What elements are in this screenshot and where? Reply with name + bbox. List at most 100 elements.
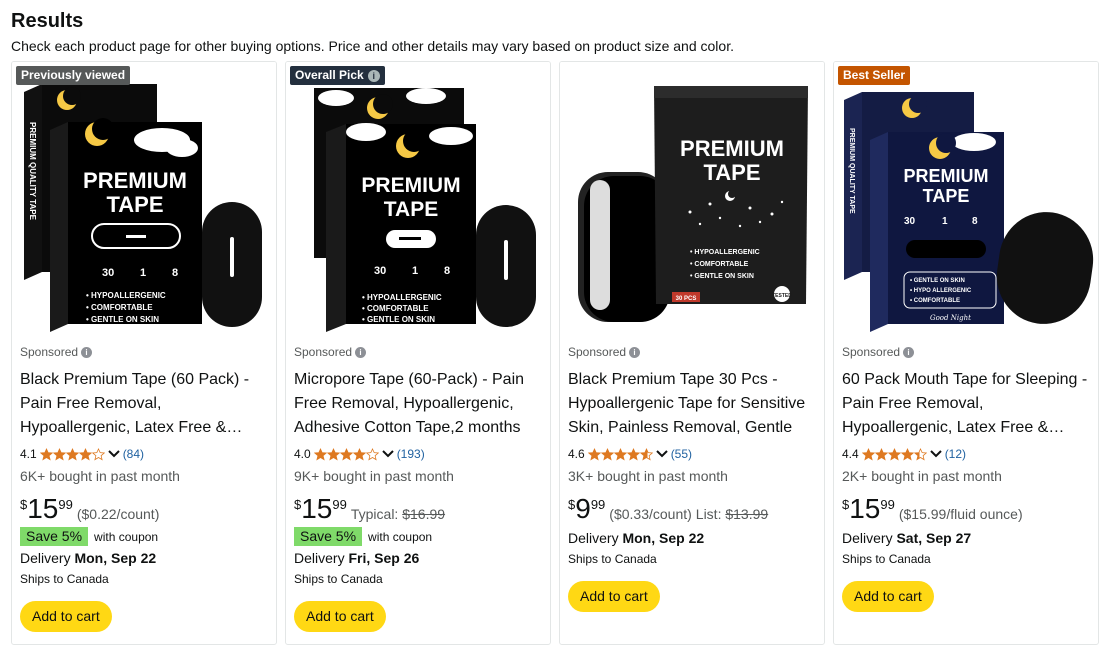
save-badge: Save 5% (20, 527, 89, 546)
info-icon[interactable]: i (629, 346, 641, 358)
product-image-art: PREMIUM TAPE 30 1 8 • HYPOALLERGENIC • C… (12, 62, 276, 334)
product-title[interactable]: 60 Pack Mouth Tape for Sleeping - Pain F… (842, 368, 1090, 440)
svg-text:• COMFORTABLE: • COMFORTABLE (690, 261, 749, 268)
add-to-cart-button[interactable]: Add to cart (20, 601, 112, 632)
delivery-date: Fri, Sep 26 (348, 550, 420, 566)
info-icon[interactable]: i (903, 346, 915, 358)
chevron-down-icon[interactable] (107, 449, 121, 459)
product-image[interactable]: PREMIUM TAPE 30 1 8 • HYPOALLERGENIC • C… (12, 62, 276, 334)
chevron-down-icon[interactable] (929, 449, 943, 459)
review-count[interactable]: (12) (945, 447, 966, 461)
svg-text:8: 8 (172, 267, 178, 279)
star-rating[interactable] (587, 447, 653, 461)
overall-pick-badge[interactable]: Overall Pick i (290, 66, 385, 85)
svg-text:• COMFORTABLE: • COMFORTABLE (910, 298, 960, 304)
star-icon (587, 447, 601, 460)
svg-text:30: 30 (904, 216, 916, 227)
price-whole: 9 (575, 493, 591, 524)
delivery-date: Mon, Sep 22 (622, 530, 705, 546)
info-icon[interactable]: i (355, 346, 367, 358)
product-card: PREMIUM TAPE 30 1 8 • HYPOALLERGENIC • C… (285, 61, 551, 645)
review-count[interactable]: (55) (671, 447, 692, 461)
star-rating[interactable] (39, 447, 105, 461)
bought-count: 2K+ bought in past month (842, 468, 1002, 484)
product-title[interactable]: Black Premium Tape (60 Pack) - Pain Free… (20, 368, 268, 440)
svg-text:8: 8 (444, 265, 450, 277)
add-to-cart-button[interactable]: Add to cart (842, 581, 934, 612)
star-rating[interactable] (861, 447, 927, 461)
price-fraction: 99 (332, 497, 347, 512)
svg-text:1: 1 (140, 267, 146, 279)
coupon-text: with coupon (368, 529, 433, 544)
ships-to: Ships to Canada (20, 572, 109, 586)
price-fraction: 99 (58, 497, 73, 512)
svg-text:30 PCS: 30 PCS (676, 296, 697, 302)
price[interactable]: $ 9 99 ($0.33/count) List: $13.99 (568, 494, 816, 526)
product-title[interactable]: Micropore Tape (60-Pack) - Pain Free Rem… (294, 368, 542, 440)
delivery-date: Mon, Sep 22 (74, 550, 157, 566)
price-fraction: 99 (880, 497, 895, 512)
coupon-row: Save 5% with coupon (294, 527, 542, 546)
star-icon (352, 447, 366, 460)
review-count[interactable]: (84) (123, 447, 144, 461)
review-count[interactable]: (193) (397, 447, 425, 461)
bought-count: 6K+ bought in past month (20, 468, 180, 484)
price-symbol: $ (568, 497, 576, 512)
product-image[interactable]: PREMIUM TAPE 30 1 8 • HYPOALLERGENIC • C… (286, 62, 550, 334)
star-icon (861, 447, 875, 460)
product-title[interactable]: Black Premium Tape 30 Pcs - Hypoallergen… (568, 368, 816, 440)
sponsored-label[interactable]: Sponsored i (568, 345, 816, 359)
svg-text:1: 1 (942, 216, 948, 227)
unit-price: ($0.22/count) (76, 506, 160, 522)
rating-row: 4.0 (193) (294, 444, 542, 464)
star-icon (887, 447, 901, 460)
svg-text:• GENTLE ON SKIN: • GENTLE ON SKIN (86, 315, 159, 324)
price-whole: 15 (27, 493, 59, 524)
star-icon (339, 447, 353, 460)
rating-value: 4.0 (294, 447, 311, 461)
best-seller-badge[interactable]: Best Seller (838, 66, 911, 85)
chevron-down-icon[interactable] (381, 449, 395, 459)
ships-to: Ships to Canada (842, 552, 931, 566)
sponsored-label[interactable]: Sponsored i (294, 345, 542, 359)
unit-price: ($0.33/count) List: $13.99 (609, 506, 769, 522)
info-icon[interactable]: i (81, 346, 93, 358)
rating-value: 4.4 (842, 447, 859, 461)
svg-text:• HYPOALLERGENIC: • HYPOALLERGENIC (690, 249, 760, 256)
coupon-row: Save 5% with coupon (20, 527, 268, 546)
delivery-info: Delivery Fri, Sep 26 (294, 550, 420, 566)
sponsored-label[interactable]: Sponsored i (842, 345, 1090, 359)
chevron-down-icon[interactable] (655, 449, 669, 459)
svg-text:30: 30 (102, 267, 114, 279)
rating-row: 4.4 (12) (842, 444, 1090, 464)
svg-text:• COMFORTABLE: • COMFORTABLE (86, 303, 153, 312)
add-to-cart-button[interactable]: Add to cart (294, 601, 386, 632)
svg-text:Good Night: Good Night (930, 314, 971, 322)
product-card: PREMIUM TAPE 30 1 8 • HYPOALLERGENIC • C… (11, 61, 277, 645)
svg-text:• GENTLE ON SKIN: • GENTLE ON SKIN (362, 315, 435, 324)
price[interactable]: $ 15 99 Typical: $16.99 (294, 494, 542, 526)
price-symbol: $ (20, 497, 28, 512)
delivery-info: Delivery Mon, Sep 22 (20, 550, 157, 566)
product-card: PREMIUM TAPE 30 1 8 • GENTLE ON SKIN • H… (833, 61, 1099, 645)
typical-price: Typical: $16.99 (350, 506, 446, 522)
star-icon (313, 447, 327, 460)
svg-text:TAPE: TAPE (384, 198, 438, 221)
info-icon[interactable]: i (367, 69, 380, 82)
product-image[interactable]: PREMIUM TAPE • HYPOALLERGENIC • COMFORTA… (560, 62, 824, 334)
star-rating[interactable] (313, 447, 379, 461)
product-image-art: PREMIUM TAPE 30 1 8 • GENTLE ON SKIN • H… (834, 62, 1098, 334)
sponsored-label[interactable]: Sponsored i (20, 345, 268, 359)
results-heading: Results (11, 10, 84, 32)
price[interactable]: $ 15 99 ($0.22/count) (20, 494, 268, 526)
svg-text:PREMIUM: PREMIUM (83, 168, 187, 193)
price[interactable]: $ 15 99 ($15.99/fluid ounce) (842, 494, 1090, 526)
star-icon (874, 447, 888, 460)
star-icon (65, 447, 79, 460)
product-image[interactable]: PREMIUM TAPE 30 1 8 • GENTLE ON SKIN • H… (834, 62, 1098, 334)
price-symbol: $ (842, 497, 850, 512)
price-fraction: 99 (590, 497, 606, 512)
svg-text:TESTED: TESTED (772, 293, 792, 299)
rating-value: 4.6 (568, 447, 585, 461)
add-to-cart-button[interactable]: Add to cart (568, 581, 660, 612)
